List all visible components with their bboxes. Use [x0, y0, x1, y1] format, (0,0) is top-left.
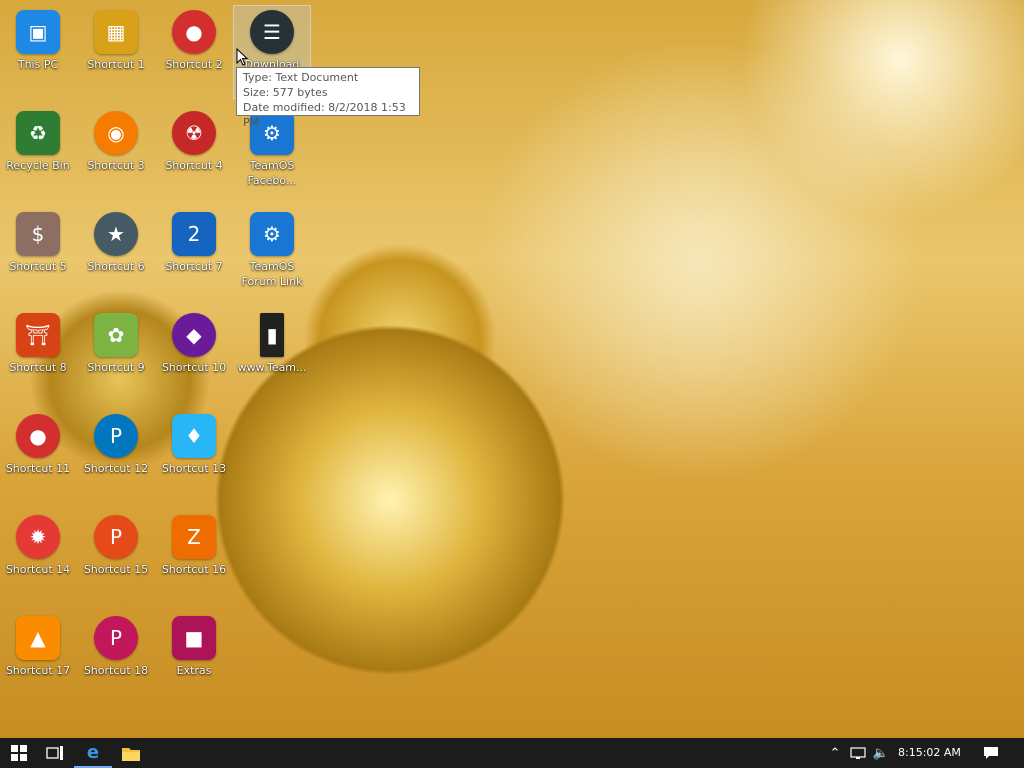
number-two-icon: 2: [172, 212, 216, 256]
tray-chevron-up-icon[interactable]: ⌃: [826, 738, 844, 768]
desktop-icon-shortcut-1[interactable]: ▦ Shortcut 1: [78, 6, 154, 98]
icon-label: Shortcut 17: [5, 664, 71, 677]
file-tooltip: Type: Text Document Size: 577 bytes Date…: [236, 67, 420, 129]
game-box-icon: ▦: [94, 10, 138, 54]
icon-label: Shortcut 9: [87, 361, 145, 374]
recycle-bin-icon: ♻: [16, 111, 60, 155]
windows-logo-icon: [11, 745, 27, 761]
icon-label: Shortcut 16: [161, 563, 227, 576]
action-center-icon[interactable]: [978, 738, 1004, 768]
icon-label: Shortcut 4: [165, 159, 223, 172]
money-bag-icon: $: [16, 212, 60, 256]
icon-label: Shortcut 1: [87, 58, 145, 71]
game-icon: P: [94, 414, 138, 458]
desktop-icon-shortcut-13[interactable]: ♦ Shortcut 13: [156, 410, 232, 502]
desktop-icon-shortcut-5[interactable]: $ Shortcut 5: [0, 208, 76, 300]
desktop-icon-shortcut-17[interactable]: ▲ Shortcut 17: [0, 612, 76, 704]
taskbar: e ⌃ 🔈 8:15:02 AM: [0, 738, 1024, 768]
traffic-cone-icon: ▲: [16, 616, 60, 660]
desktop-icon-shortcut-14[interactable]: ✹ Shortcut 14: [0, 511, 76, 603]
icon-label: This PC: [17, 58, 59, 71]
desktop-icon-shortcut-18[interactable]: P Shortcut 18: [78, 612, 154, 704]
tooltip-type: Type: Text Document: [243, 71, 359, 84]
tooltip-date: Date modified: 8/2/2018 1:53 PM: [243, 101, 406, 129]
game-icon: P: [94, 515, 138, 559]
task-view-button[interactable]: [36, 738, 74, 768]
radiation-icon: ☢: [172, 111, 216, 155]
icon-label: Shortcut 14: [5, 563, 71, 576]
edge-browser-button[interactable]: e: [74, 738, 112, 768]
start-button[interactable]: [0, 738, 38, 768]
desktop-icon-shortcut-9[interactable]: ✿ Shortcut 9: [78, 309, 154, 401]
desktop-icon-shortcut-12[interactable]: P Shortcut 12: [78, 410, 154, 502]
edge-icon: e: [86, 741, 100, 763]
torii-gate-icon: ⛩: [16, 313, 60, 357]
tooltip-size: Size: 577 bytes: [243, 86, 328, 99]
diamond-icon: ♦: [172, 414, 216, 458]
icon-label: Shortcut 7: [165, 260, 223, 273]
icon-label: Shortcut 13: [161, 462, 227, 475]
desktop-icon-shortcut-2[interactable]: ● Shortcut 2: [156, 6, 232, 98]
icon-label: TeamOS Facebo...: [247, 159, 297, 187]
icon-label: Shortcut 12: [83, 462, 149, 475]
extras-icon: ■: [172, 616, 216, 660]
desktop-icon-shortcut-3[interactable]: ◉ Shortcut 3: [78, 107, 154, 199]
fuzzy-creature-icon: ✹: [16, 515, 60, 559]
icon-label: Shortcut 5: [9, 260, 67, 273]
task-view-icon: [46, 746, 63, 760]
text-document-icon: ☰: [250, 10, 294, 54]
ornament-red-icon: ●: [172, 10, 216, 54]
desktop-icon-this-pc[interactable]: ▣ This PC: [0, 6, 76, 98]
icon-label: Recycle Bin: [6, 159, 70, 172]
icon-label: Shortcut 18: [83, 664, 149, 677]
icon-label: TeamOS Forum Link: [241, 260, 303, 288]
ornament-red-icon: ●: [16, 414, 60, 458]
icon-label: www.Team...: [237, 361, 307, 374]
mouse-cursor-icon: [236, 48, 248, 66]
icon-label: Shortcut 6: [87, 260, 145, 273]
network-icon[interactable]: [849, 738, 867, 768]
desktop-icon-extras[interactable]: ■ Extras: [156, 612, 232, 704]
icon-label: Shortcut 3: [87, 159, 145, 172]
desktop-icon-shortcut-8[interactable]: ⛩ Shortcut 8: [0, 309, 76, 401]
desktop-icon-shortcut-7[interactable]: 2 Shortcut 7: [156, 208, 232, 300]
desktop-icon-shortcut-15[interactable]: P Shortcut 15: [78, 511, 154, 603]
icon-label: Shortcut 2: [165, 58, 223, 71]
gear-icon: ⚙: [250, 212, 294, 256]
icon-label: Extras: [176, 664, 212, 677]
gem-icon: ◆: [172, 313, 216, 357]
icon-label: Shortcut 8: [9, 361, 67, 374]
desktop-icon-recycle-bin[interactable]: ♻ Recycle Bin: [0, 107, 76, 199]
icon-label: Shortcut 10: [161, 361, 227, 374]
desktop-icon-shortcut-4[interactable]: ☢ Shortcut 4: [156, 107, 232, 199]
archive-icon: ▮: [260, 313, 284, 357]
icon-label: Shortcut 15: [83, 563, 149, 576]
game-icon: ★: [94, 212, 138, 256]
file-explorer-button[interactable]: [112, 738, 150, 768]
desktop-icon-teamos-forum-link[interactable]: ⚙ TeamOS Forum Link: [234, 208, 310, 300]
desktop-icon-shortcut-10[interactable]: ◆ Shortcut 10: [156, 309, 232, 401]
monitor-icon: ▣: [16, 10, 60, 54]
flower-game-icon: ✿: [94, 313, 138, 357]
desktop-icon-shortcut-6[interactable]: ★ Shortcut 6: [78, 208, 154, 300]
desktop-icon-www-team[interactable]: ▮ www.Team...: [234, 309, 310, 401]
game-icon: P: [94, 616, 138, 660]
icon-label: Shortcut 11: [5, 462, 71, 475]
browser-icon: ◉: [94, 111, 138, 155]
desktop-icon-shortcut-11[interactable]: ● Shortcut 11: [0, 410, 76, 502]
volume-icon[interactable]: 🔈: [872, 738, 890, 768]
folder-icon: [122, 747, 140, 761]
game-box-icon: Z: [172, 515, 216, 559]
taskbar-clock[interactable]: 8:15:02 AM: [898, 738, 961, 768]
desktop-icon-shortcut-16[interactable]: Z Shortcut 16: [156, 511, 232, 603]
